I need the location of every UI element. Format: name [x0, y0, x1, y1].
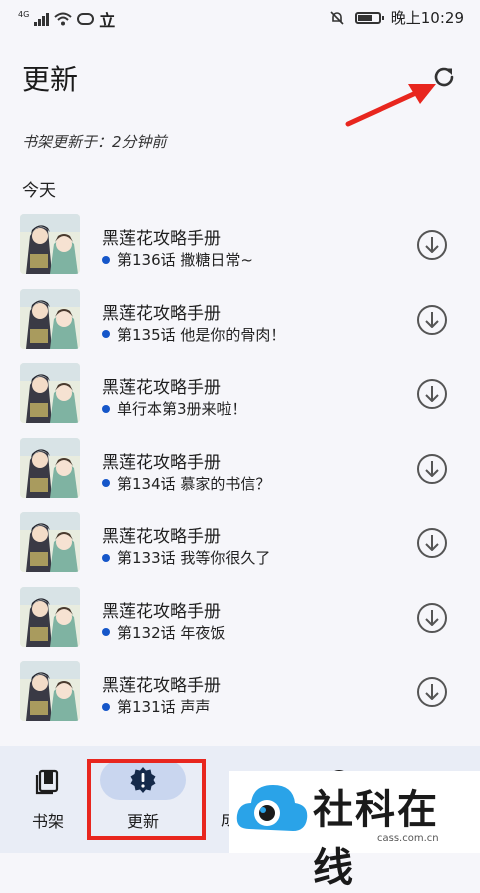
download-icon	[417, 677, 447, 707]
comic-cover-thumbnail	[20, 586, 80, 647]
chapter-info: 第133话 我等你很久了	[102, 547, 270, 568]
chapter-title: 第134话 慕家的书信？	[117, 474, 271, 493]
chapter-title: 第136话 撒糖日常~	[117, 251, 253, 269]
annotation-arrow	[345, 84, 436, 127]
comic-title: 黑莲花攻略手册	[102, 676, 221, 696]
comic-title: 黑莲花攻略手册	[102, 527, 221, 547]
watermark-url: cass.com.cn	[377, 833, 439, 844]
chapter-info: 单行本第3册来啦！	[102, 398, 247, 419]
download-button[interactable]	[415, 452, 449, 486]
watermark: 社科在线 cass.com.cn	[229, 771, 480, 891]
new-dot-icon	[102, 479, 110, 487]
download-icon	[417, 230, 447, 260]
download-button[interactable]	[415, 228, 449, 262]
comic-title: 黑莲花攻略手册	[102, 229, 221, 249]
download-button[interactable]	[415, 675, 449, 709]
comic-title: 黑莲花攻略手册	[102, 452, 221, 473]
new-dot-icon	[102, 628, 110, 636]
chapter-title: 第132话 年夜饭	[117, 623, 226, 642]
download-icon	[417, 453, 447, 484]
list-item[interactable]: 黑莲花攻略手册 第135话 他是你的骨肉！	[0, 283, 480, 358]
chapter-title: 第135话 他是你的骨肉！	[117, 325, 286, 344]
wifi-icon	[54, 12, 72, 26]
page-title: 更新	[22, 63, 79, 96]
status-bar: 4G 立 晚上10:29	[0, 0, 480, 34]
comic-cover-thumbnail	[20, 214, 80, 274]
new-dot-icon	[102, 330, 110, 338]
shelf-updated-text: 书架更新于：2分钟前	[22, 133, 167, 151]
chapter-title: 第131话 声声	[117, 698, 211, 716]
download-icon	[417, 304, 447, 335]
network-type: 4G	[18, 9, 30, 19]
download-button[interactable]	[415, 526, 449, 560]
chapter-title: 第133话 我等你很久了	[117, 549, 271, 567]
status-left: 4G 立	[18, 7, 115, 31]
list-item[interactable]: 黑莲花攻略手册 第132话 年夜饭	[0, 581, 480, 656]
wechat-icon	[77, 13, 95, 25]
comic-cover-thumbnail	[20, 661, 80, 721]
new-dot-icon	[102, 255, 110, 264]
comic-title: 黑莲花攻略手册	[102, 601, 221, 622]
list-item[interactable]: 黑莲花攻略手册 第134话 慕家的书信？	[0, 432, 480, 507]
list-item[interactable]: 黑莲花攻略手册 第136话 撒糖日常~	[0, 208, 480, 283]
comic-cover-thumbnail	[20, 363, 80, 423]
new-dot-icon	[102, 702, 110, 711]
comic-cover-thumbnail	[20, 437, 80, 498]
tab-update[interactable]: 更新	[100, 760, 186, 832]
download-button[interactable]	[415, 601, 449, 635]
tab-bookshelf[interactable]: 书架	[20, 768, 76, 832]
status-right: 晚上10:29	[329, 7, 464, 28]
tab-bookshelf-label: 书架	[31, 812, 64, 831]
alert-badge-icon	[130, 767, 156, 793]
download-button[interactable]	[415, 377, 449, 411]
download-icon	[417, 528, 447, 558]
comic-title: 黑莲花攻略手册	[102, 378, 221, 398]
list-item[interactable]: 黑莲花攻略手册 单行本第3册来啦！	[0, 357, 480, 432]
download-icon	[417, 602, 447, 633]
clock: 晚上10:29	[390, 9, 464, 27]
tab-update-label: 更新	[126, 812, 159, 831]
download-button[interactable]	[415, 303, 449, 337]
bookshelf-icon	[35, 769, 59, 795]
new-dot-icon	[102, 553, 110, 562]
chapter-title: 单行本第3册来啦！	[117, 400, 247, 418]
new-dot-icon	[102, 404, 110, 413]
list-item[interactable]: 黑莲花攻略手册 第133话 我等你很久了	[0, 506, 480, 581]
comic-cover-thumbnail	[20, 512, 80, 572]
signal-icon	[34, 12, 50, 26]
section-label-today: 今天	[22, 181, 56, 201]
update-list: 黑莲花攻略手册 第136话 撒糖日常~ 黑莲花攻略手册 第135话 他是你的骨肉…	[0, 208, 480, 730]
battery-icon	[354, 11, 384, 24]
mute-bell-icon	[330, 10, 344, 25]
chapter-info: 第131话 声声	[102, 696, 210, 717]
list-item[interactable]: 黑莲花攻略手册 第131话 声声	[0, 655, 480, 730]
comic-cover-thumbnail	[20, 288, 80, 349]
chapter-info: 第134话 慕家的书信？	[102, 473, 270, 494]
download-icon	[417, 379, 447, 409]
watermark-logo	[236, 785, 308, 831]
chapter-info: 第136话 撒糖日常~	[102, 249, 253, 270]
tab-update-active-pill	[100, 760, 186, 800]
comic-title: 黑莲花攻略手册	[102, 303, 221, 324]
chapter-info: 第132话 年夜饭	[102, 622, 225, 643]
carrier-mark: 立	[99, 11, 116, 30]
chapter-info: 第135话 他是你的骨肉！	[102, 324, 285, 345]
